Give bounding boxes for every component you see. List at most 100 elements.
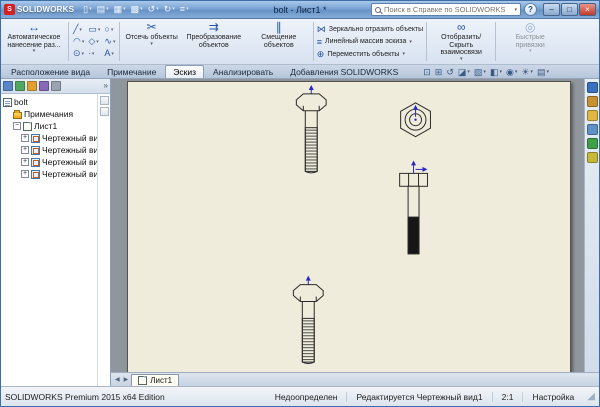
circle-icon: ○ — [104, 25, 109, 34]
spline-tool-button[interactable]: ∿ — [103, 36, 116, 48]
ribbon-separator — [119, 22, 120, 61]
help-button[interactable]: ? — [524, 3, 537, 16]
convert-entities-button[interactable]: ⇉ Преобразование объектов — [183, 20, 245, 63]
rebuild-button[interactable]: ↻ — [162, 5, 177, 14]
undo-button[interactable]: ↺ — [146, 5, 161, 14]
solidworks-logo[interactable]: S SOLIDWORKS — [4, 4, 74, 15]
tree-item-drawing-view3[interactable]: + Чертежный вид3 — [3, 156, 97, 168]
display-manager-tab[interactable] — [51, 81, 61, 91]
mirror-entities-button[interactable]: ⋈ Зеркально отразить объекты — [317, 24, 423, 35]
previous-view-icon[interactable]: ↺ — [446, 68, 454, 77]
drawing-view-icon — [31, 134, 40, 143]
next-sheet-icon[interactable]: ▶ — [123, 376, 130, 383]
arc-tool-button[interactable]: ◠ — [72, 36, 85, 48]
quick-snaps-button[interactable]: ◎ Быстрые привязки — [499, 20, 561, 63]
expand-expander-icon[interactable]: + — [21, 134, 29, 142]
graphics-column: ◀ ▶ Лист1 — [111, 79, 599, 386]
linear-pattern-icon: ≡ — [317, 37, 322, 47]
minimize-button[interactable]: – — [543, 3, 560, 16]
zoom-fit-icon[interactable]: ⊡ — [423, 68, 431, 77]
rectangle-tool-button[interactable]: ▭ — [87, 24, 101, 36]
expand-expander-icon[interactable]: + — [21, 170, 29, 178]
command-manager-ribbon: ↔ Автоматическое нанесение раз... ╱ ▭ ○ … — [1, 19, 599, 65]
tree-item-drawing-view2[interactable]: + Чертежный вид2 — [3, 144, 97, 156]
sheet-tab-bar: ◀ ▶ Лист1 — [111, 372, 599, 386]
ellipse-tool-button[interactable]: ⊙ — [72, 48, 85, 60]
tab-evaluate[interactable]: Анализировать — [205, 65, 281, 78]
view-palette-icon[interactable] — [587, 124, 598, 135]
configuration-manager-tab[interactable] — [27, 81, 37, 91]
appearances-scenes-icon[interactable] — [587, 138, 598, 149]
point-tool-button[interactable]: ∙ — [87, 48, 101, 60]
design-library-icon[interactable] — [587, 96, 598, 107]
solidworks-resources-icon[interactable] — [587, 82, 598, 93]
edit-appearance-icon[interactable]: ☀ — [521, 68, 533, 77]
file-explorer-icon[interactable] — [587, 110, 598, 121]
apply-scene-icon[interactable]: ▤ — [537, 68, 549, 77]
trim-entities-button[interactable]: ✂ Отсечь объекты — [123, 20, 179, 63]
drawing-view-nut-top[interactable] — [401, 103, 431, 137]
display-style-icon[interactable]: ◧ — [490, 68, 502, 77]
expand-expander-icon[interactable]: + — [21, 158, 29, 166]
resize-grip-icon[interactable]: ◢ — [587, 392, 595, 402]
more-tabs-chevron-icon[interactable]: » — [104, 82, 108, 90]
featuremanager-tree-tab[interactable] — [3, 81, 13, 91]
drawing-sheet[interactable] — [127, 81, 571, 372]
offset-entities-button[interactable]: ∥ Смещение объектов — [248, 20, 310, 63]
search-dropdown-icon[interactable]: ▾ — [514, 7, 517, 13]
customize-menu[interactable]: Настройка — [522, 392, 583, 402]
close-button[interactable]: × — [579, 3, 596, 16]
dropdown-icon[interactable]: ▾ — [402, 51, 405, 57]
task-pane-strip — [584, 79, 599, 372]
sheet-tab-sheet1[interactable]: Лист1 — [131, 374, 179, 386]
graphics-area[interactable] — [111, 79, 599, 372]
dimxpert-manager-tab[interactable] — [39, 81, 49, 91]
tree-item-annotations[interactable]: Примечания — [3, 108, 97, 120]
panel-splitter[interactable] — [97, 94, 110, 386]
options-button[interactable]: ≡ — [178, 5, 191, 14]
spline-icon: ∿ — [104, 37, 112, 46]
tab-sketch[interactable]: Эскиз — [165, 65, 204, 78]
open-document-button[interactable]: ▤ — [95, 5, 111, 14]
tab-annotation[interactable]: Примечание — [99, 65, 164, 78]
new-document-button[interactable]: ▯ — [81, 5, 93, 14]
text-tool-button[interactable]: A — [103, 48, 116, 60]
drawing-view-bolt-side[interactable] — [400, 160, 428, 253]
drawing-view-bolt-iso-1[interactable] — [296, 85, 326, 173]
tree-root-bolt[interactable]: bolt — [3, 96, 97, 108]
print-button[interactable]: ▩ — [129, 5, 145, 14]
tree-item-sheet1[interactable]: − Лист1 — [3, 120, 97, 132]
previous-sheet-icon[interactable]: ◀ — [114, 376, 121, 383]
constraint-state-label: Недоопределен — [266, 392, 347, 402]
collapse-expander-icon[interactable]: − — [13, 122, 21, 130]
hide-show-items-icon[interactable]: ◉ — [506, 68, 517, 77]
section-view-icon[interactable]: ◪ — [458, 68, 470, 77]
maximize-button[interactable]: □ — [561, 3, 578, 16]
tree-item-drawing-view4[interactable]: + Чертежный вид4 — [3, 168, 97, 180]
panel-scroll-up-button[interactable] — [100, 96, 109, 105]
property-manager-tab[interactable] — [15, 81, 25, 91]
panel-split-button[interactable] — [100, 107, 109, 116]
drawing-view-bolt-iso-2[interactable] — [293, 276, 323, 364]
search-input[interactable] — [384, 5, 514, 14]
polygon-tool-button[interactable]: ◇ — [87, 36, 101, 48]
edition-label: SOLIDWORKS Premium 2015 x64 Edition — [5, 392, 165, 402]
dropdown-icon[interactable]: ▾ — [409, 39, 412, 45]
view-orientation-icon[interactable]: ▧ — [474, 68, 486, 77]
expand-expander-icon[interactable]: + — [21, 146, 29, 154]
tab-solidworks-addins[interactable]: Добавления SOLIDWORKS — [282, 65, 406, 78]
tab-view-layout[interactable]: Расположение вида — [3, 65, 98, 78]
line-tool-button[interactable]: ╱ — [72, 24, 85, 36]
feature-tree: bolt Примечания − Лист1 + Чертежный — [1, 94, 97, 386]
circle-tool-button[interactable]: ○ — [103, 24, 116, 36]
auto-dimension-button[interactable]: ↔ Автоматическое нанесение раз... — [3, 20, 65, 63]
save-button[interactable]: ▦ — [112, 5, 128, 14]
ribbon-separator — [495, 22, 496, 61]
display-relations-button[interactable]: ∞ Отобразить/Скрыть взаимосвязи — [430, 20, 492, 63]
zoom-area-icon[interactable]: ⊞ — [435, 68, 443, 77]
tree-item-drawing-view1[interactable]: + Чертежный вид1 — [3, 132, 97, 144]
move-entities-button[interactable]: ⊕ Переместить объекты ▾ — [317, 49, 423, 60]
custom-properties-icon[interactable] — [587, 152, 598, 163]
help-search-box[interactable]: ▾ — [371, 3, 521, 16]
linear-pattern-button[interactable]: ≡ Линейный массив эскиза ▾ — [317, 37, 423, 47]
